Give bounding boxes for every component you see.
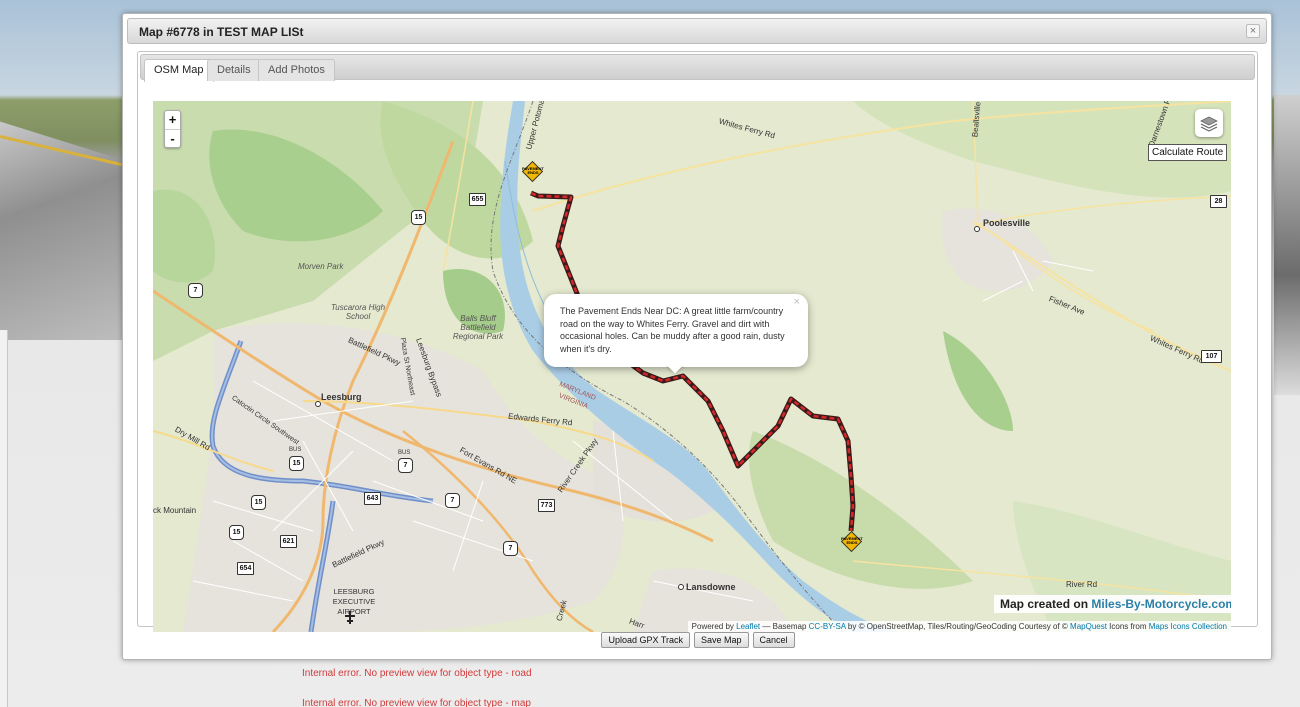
- error-message: Internal error. No preview view for obje…: [302, 668, 532, 679]
- calculate-route-button[interactable]: Calculate Route: [1148, 144, 1228, 161]
- background-page-edge: [0, 330, 8, 707]
- place-label-tuscarora: Tuscarora High School: [330, 303, 386, 321]
- map-dialog: Map #6778 in TEST MAP LISt × OSM Map Det…: [122, 13, 1272, 660]
- dialog-titlebar[interactable]: Map #6778 in TEST MAP LISt ×: [127, 18, 1267, 44]
- pavement-ends-marker-end[interactable]: PAVEMENT ENDS: [840, 530, 863, 553]
- map-canvas[interactable]: Leesburg Poolesville Lansdowne Morven Pa…: [153, 101, 1231, 632]
- bus-label: BUS: [289, 447, 302, 453]
- place-label-morven-park: Morven Park: [298, 262, 344, 271]
- tab-details[interactable]: Details: [207, 59, 261, 81]
- route-shield: 15: [411, 210, 426, 225]
- road-label-river-rd: River Rd: [1066, 580, 1098, 589]
- brand-link[interactable]: Miles-By-Motorcycle.com: [1091, 597, 1231, 611]
- place-label-leesburg: Leesburg: [321, 392, 362, 402]
- route-shield: 773: [538, 499, 555, 512]
- route-shield: 15: [229, 525, 244, 540]
- save-map-button[interactable]: Save Map: [693, 632, 749, 648]
- route-shield: 7: [503, 541, 518, 556]
- close-button[interactable]: ×: [1246, 24, 1260, 38]
- tab-add-photos[interactable]: Add Photos: [258, 59, 335, 81]
- leaflet-link[interactable]: Leaflet: [736, 622, 760, 631]
- tab-osm-map[interactable]: OSM Map: [144, 59, 214, 82]
- zoom-control: + -: [164, 110, 181, 148]
- zoom-in-button[interactable]: +: [165, 111, 180, 129]
- route-shield: 28: [1210, 195, 1227, 208]
- bus-label: BUS: [398, 450, 411, 456]
- layers-button[interactable]: [1195, 109, 1223, 137]
- place-label-poolesville: Poolesville: [983, 218, 1031, 228]
- route-popup: × The Pavement Ends Near DC: A great lit…: [544, 294, 808, 367]
- route-shield: 15: [289, 456, 304, 471]
- place-label-black-mountain: ck Mountain: [153, 506, 197, 515]
- error-message: Internal error. No preview view for obje…: [302, 698, 531, 707]
- place-label-lansdowne: Lansdowne: [686, 582, 736, 592]
- tab-bar: OSM Map Details Add Photos: [140, 54, 1255, 82]
- place-label-balls-bluff: Balls Bluff Battlefield Regional Park: [452, 314, 504, 341]
- route-shield: 15: [251, 495, 266, 510]
- place-label-airport: LEESBURG EXECUTIVE AIRPORT: [332, 587, 376, 616]
- background-right-edge: [1274, 95, 1300, 395]
- license-link[interactable]: CC-BY-SA: [809, 622, 846, 631]
- route-shield: 7: [445, 493, 460, 508]
- cancel-button[interactable]: Cancel: [752, 632, 795, 648]
- route-shield: 621: [280, 535, 297, 548]
- popup-close-button[interactable]: ×: [794, 296, 800, 309]
- mapquest-link[interactable]: MapQuest: [1070, 622, 1107, 631]
- route-shield: 7: [398, 458, 413, 473]
- pavement-ends-marker-start[interactable]: PAVEMENT ENDS: [521, 160, 544, 183]
- map-attribution: Powered by Leaflet — Basemap CC-BY-SA by…: [687, 621, 1231, 632]
- route-shield: 107: [1201, 350, 1222, 363]
- zoom-out-button[interactable]: -: [165, 129, 180, 147]
- upload-gpx-button[interactable]: Upload GPX Track: [601, 632, 690, 648]
- dialog-button-row: Upload GPX Track Save Map Cancel: [123, 632, 1273, 648]
- dialog-title: Map #6778 in TEST MAP LISt: [139, 25, 304, 39]
- route-shield: 7: [188, 283, 203, 298]
- icons-collection-link[interactable]: Maps Icons Collection: [1149, 622, 1227, 631]
- route-shield: 655: [469, 193, 486, 206]
- route-shield: 643: [364, 492, 381, 505]
- route-shield: 654: [237, 562, 254, 575]
- map-created-credit: Map created on Miles-By-Motorcycle.com: [994, 595, 1231, 613]
- popup-text: The Pavement Ends Near DC: A great littl…: [560, 306, 785, 354]
- popup-tip: [666, 366, 684, 376]
- layers-icon: [1200, 116, 1218, 132]
